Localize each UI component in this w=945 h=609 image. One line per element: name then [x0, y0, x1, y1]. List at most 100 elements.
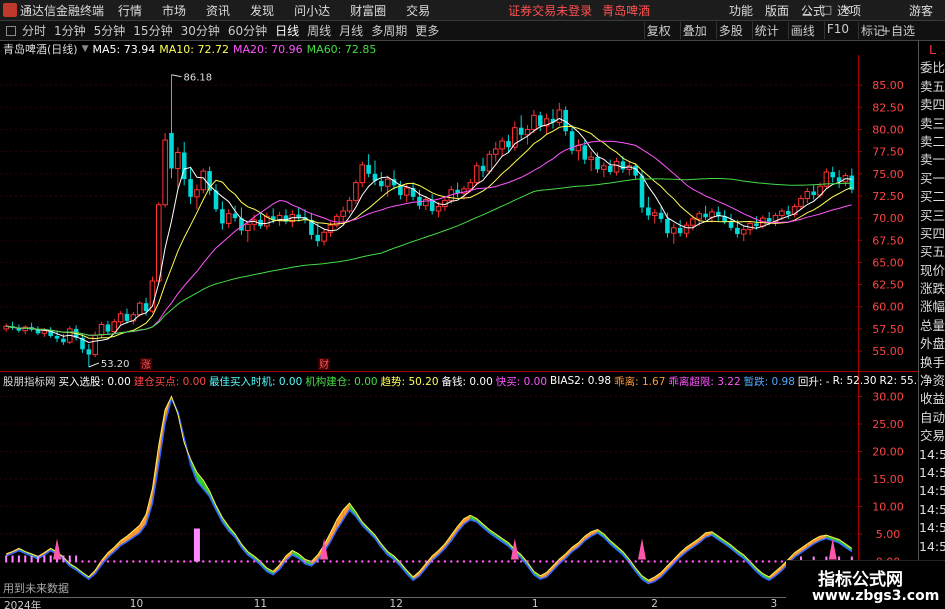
candle-body-down [169, 133, 174, 169]
side-panel-item[interactable]: 外盘 [919, 335, 945, 353]
menu-zixun[interactable]: 资讯 [206, 2, 230, 19]
app-logo-icon [3, 3, 17, 17]
tool-f10[interactable]: F10 [823, 22, 851, 39]
zero-dot [742, 560, 745, 563]
kline-chart-area[interactable]: 86.18 53.20 涨 财 55.00 57.50 60.00 62.50 65.00 67… [0, 41, 918, 597]
side-panel-item[interactable]: 14:5 [919, 501, 945, 519]
indicator-tick-label: 10.00 [872, 501, 904, 514]
side-panel-item[interactable]: 自动 [919, 409, 945, 427]
side-panel-item[interactable]: 卖二 [919, 133, 945, 151]
menu-wenxiaoda[interactable]: 问小达 [294, 2, 330, 19]
tool-duogu[interactable]: 多股 [715, 22, 745, 39]
side-panel-item[interactable]: 卖五 [919, 78, 945, 96]
indicator-legend-item: R: 52.30 [832, 375, 877, 387]
menu-caifuquan[interactable]: 财富圈 [350, 2, 386, 19]
side-panel-item[interactable]: 14:5 [919, 538, 945, 556]
side-panel-item[interactable]: 涨幅 [919, 298, 945, 316]
period-multi[interactable]: 多周期 [371, 22, 407, 39]
zero-dot [653, 560, 656, 563]
side-panel-item[interactable]: 净资 [919, 372, 945, 390]
side-panel-item[interactable]: 卖三 [919, 115, 945, 133]
close-icon[interactable]: ✕ [840, 3, 854, 17]
period-1min[interactable]: 1分钟 [54, 22, 86, 39]
side-panel-item[interactable]: 买一 [919, 170, 945, 188]
tool-diejia[interactable]: 叠加 [679, 22, 709, 39]
period-30min[interactable]: 30分钟 [181, 22, 220, 39]
tool-huaxian[interactable]: 画线 [787, 22, 817, 39]
zero-dot [539, 560, 542, 563]
maximize-icon[interactable]: □ [820, 3, 834, 17]
period-fenshi[interactable]: 分时 [22, 22, 46, 39]
side-panel-item[interactable]: 卖一 [919, 151, 945, 169]
zero-dot [774, 560, 777, 563]
side-panel-item[interactable]: L [919, 41, 945, 59]
side-panel-item[interactable]: 买三 [919, 207, 945, 225]
date-tick-label: 11 [253, 598, 268, 609]
side-panel-item[interactable]: 买四 [919, 225, 945, 243]
site-watermark: 指标公式网 www.zbgs3.com [786, 560, 945, 609]
period-weekly[interactable]: 周线 [307, 22, 331, 39]
period-5min[interactable]: 5分钟 [94, 22, 126, 39]
period-daily[interactable]: 日线 [275, 22, 299, 39]
indicator-legend-item: 机构建仓: 0.00 [305, 375, 378, 388]
menu-shichang[interactable]: 市场 [162, 2, 186, 19]
side-panel-item[interactable]: 14:5 [919, 482, 945, 500]
side-panel-item[interactable]: 委比 [919, 59, 945, 77]
candle-body-up [403, 187, 410, 196]
tool-fuquan[interactable]: 复权 [643, 22, 673, 39]
period-15min[interactable]: 15分钟 [133, 22, 172, 39]
watermark-url: www.zbgs3.com [812, 588, 940, 604]
zero-dot [748, 560, 752, 563]
zero-dot [558, 560, 561, 563]
period-more[interactable]: 更多 [415, 22, 439, 39]
side-panel-item[interactable]: 买五 [919, 243, 945, 261]
pink-bar [49, 555, 52, 562]
legend-dropdown-icon[interactable]: ▼ [82, 44, 89, 54]
period-60min[interactable]: 60分钟 [228, 22, 267, 39]
zero-dot [767, 560, 771, 563]
side-panel-item[interactable]: 14:5 [919, 446, 945, 464]
minimize-icon[interactable]: ▁ [800, 3, 814, 17]
side-panel-item[interactable]: 收益 [919, 390, 945, 408]
tool-tongji[interactable]: 统计 [751, 22, 781, 39]
indicator-legend-item: 建仓买点: 0.00 [133, 375, 207, 388]
side-panel-item[interactable]: 卖四 [919, 96, 945, 114]
candle-body-up [327, 224, 334, 233]
side-panel-item[interactable]: 现价 [919, 262, 945, 280]
period-monthly[interactable]: 月线 [339, 22, 363, 39]
login-notice[interactable]: 证券交易未登录 [508, 2, 592, 19]
layout-icon[interactable] [6, 25, 16, 36]
zero-dot [138, 560, 141, 563]
indicator-name[interactable]: 股朋指标网 [3, 374, 56, 389]
date-tick-label: 2024年 [4, 600, 42, 609]
candle-body-up [588, 156, 594, 161]
side-panel-item[interactable]: 14:5 [919, 464, 945, 482]
menu-faxian[interactable]: 发现 [250, 2, 274, 19]
guest-user[interactable]: 游客 [909, 2, 933, 19]
menu-gongneng[interactable]: 功能 [729, 2, 753, 19]
side-panel-item[interactable]: 涨跌 [919, 280, 945, 298]
side-panel-item[interactable]: 交易 [919, 427, 945, 445]
menu-jiaoyi[interactable]: 交易 [406, 2, 430, 19]
zero-dot [113, 560, 116, 563]
menu-banmian[interactable]: 版面 [765, 2, 789, 19]
zero-dot [240, 560, 243, 563]
zero-dot [151, 560, 154, 563]
candle-body-down [105, 324, 111, 332]
zero-dot [183, 560, 186, 563]
side-panel-item[interactable]: 换手 [919, 354, 945, 372]
side-panel-item[interactable]: 买二 [919, 188, 945, 206]
add-watchlist-button[interactable]: +自选 [881, 22, 915, 39]
candle-body-down [646, 207, 651, 216]
side-panel-item[interactable]: 总量 [919, 317, 945, 335]
candle-body-up [353, 182, 359, 201]
zero-dot [163, 560, 167, 563]
side-panel-item[interactable]: 14:5 [919, 519, 945, 537]
zero-dot [354, 560, 358, 563]
pink-bar [17, 555, 20, 562]
candle-body-down [188, 179, 193, 197]
event-marker: 财 [319, 358, 329, 371]
zero-dot [100, 560, 103, 563]
zero-dot [672, 560, 675, 563]
menu-hangqing[interactable]: 行情 [118, 2, 142, 19]
